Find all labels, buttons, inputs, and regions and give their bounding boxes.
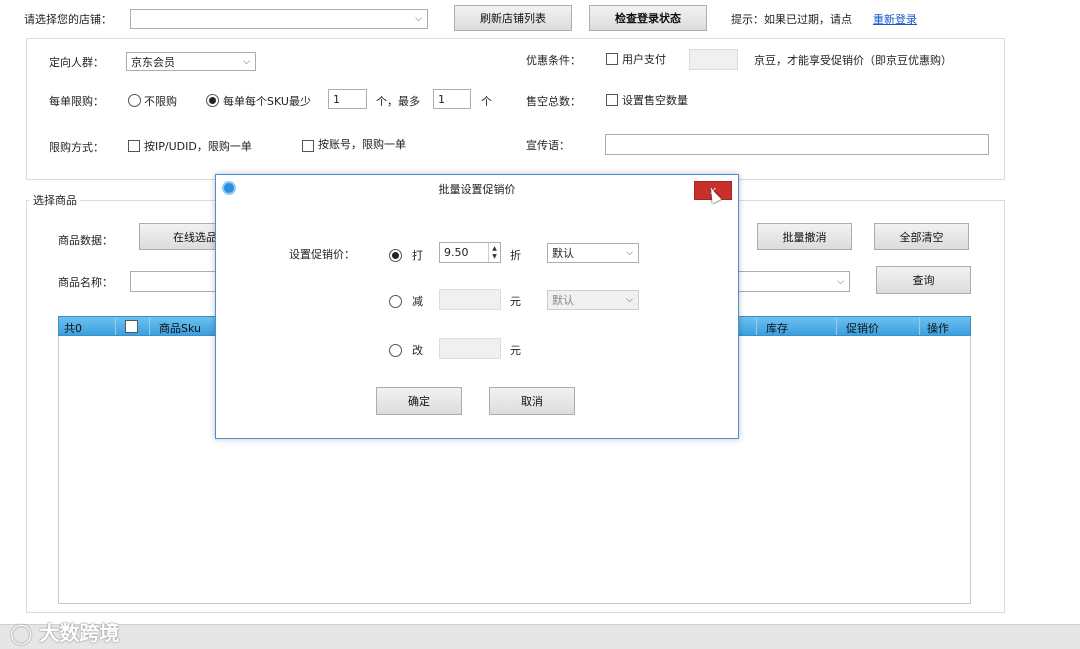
- discount-input[interactable]: 9.50 ▲ ▼: [439, 242, 501, 263]
- chevron-down-icon: ⌵: [626, 295, 633, 305]
- change-option-label: 改: [412, 344, 423, 357]
- dialog-title: 批量设置促销价: [438, 183, 516, 196]
- discount-spinner[interactable]: ▲ ▼: [488, 243, 500, 262]
- minus-option-label: 减: [412, 295, 423, 308]
- max-label: 个，最多: [376, 95, 420, 108]
- select-all-checkbox[interactable]: [125, 320, 138, 333]
- jingdou-text: 京豆，才能享受促销价（即京豆优惠购）: [754, 54, 952, 67]
- products-group-title: 选择商品: [30, 192, 80, 208]
- sellout-checkbox[interactable]: [606, 94, 618, 106]
- limit-label: 每单限购：: [49, 95, 104, 108]
- by-ip-checkbox[interactable]: [128, 140, 140, 152]
- refresh-store-list-button[interactable]: 刷新店铺列表: [454, 5, 572, 31]
- slogan-label: 宣传语：: [526, 139, 570, 152]
- minus-radio[interactable]: [389, 295, 402, 308]
- sellout-check-label: 设置售空数量: [622, 94, 688, 107]
- no-limit-label: 不限购: [144, 95, 177, 108]
- by-account-label: 按账号，限购一单: [318, 138, 406, 151]
- chevron-down-icon: ⌵: [626, 248, 633, 258]
- query-button[interactable]: 查询: [876, 266, 971, 294]
- ok-button[interactable]: 确定: [376, 387, 462, 415]
- discount-radio[interactable]: [389, 249, 402, 262]
- relogin-link[interactable]: 重新登录: [873, 11, 917, 27]
- status-bar: [0, 624, 1080, 649]
- change-input[interactable]: [439, 338, 501, 359]
- limit-method-label: 限购方式：: [49, 141, 104, 154]
- slogan-input[interactable]: [605, 134, 989, 155]
- col-sku[interactable]: 商品Sku: [159, 320, 201, 336]
- discount-option-label: 打: [412, 249, 423, 262]
- discount-mode-select[interactable]: 默认 ⌵: [547, 243, 639, 263]
- per-sku-label: 每单每个SKU最少: [223, 95, 311, 108]
- sellout-label: 售空总数：: [526, 95, 581, 108]
- min-quantity-input[interactable]: 1: [328, 89, 367, 109]
- check-login-button[interactable]: 检查登录状态: [589, 5, 707, 31]
- spin-down-icon: ▼: [492, 252, 497, 260]
- batch-promo-price-dialog: 批量设置促销价 x 设置促销价： 打 9.50 ▲ ▼ 折 默认 ⌵ 减 元 默认…: [215, 174, 739, 439]
- clear-all-button[interactable]: 全部清空: [874, 223, 969, 250]
- discount-condition-label: 优惠条件：: [526, 54, 581, 67]
- dialog-title-bar[interactable]: 批量设置促销价: [216, 175, 738, 203]
- chevron-down-icon: ⌵: [415, 14, 422, 24]
- app-icon: [222, 181, 236, 195]
- max-quantity-input[interactable]: 1: [433, 89, 471, 109]
- no-limit-radio[interactable]: [128, 94, 141, 107]
- cancel-button[interactable]: 取消: [489, 387, 575, 415]
- change-radio[interactable]: [389, 344, 402, 357]
- product-name-label: 商品名称：: [58, 276, 113, 289]
- minus-input[interactable]: [439, 289, 501, 310]
- store-label: 请选择您的店铺：: [24, 13, 112, 26]
- product-data-label: 商品数据：: [58, 234, 113, 247]
- chevron-down-icon: ⌵: [243, 56, 250, 67]
- discount-unit-label: 折: [510, 249, 521, 262]
- minus-mode-select[interactable]: 默认 ⌵: [547, 290, 639, 310]
- by-account-checkbox[interactable]: [302, 140, 314, 152]
- unit-label: 个: [481, 95, 492, 108]
- set-price-label: 设置促销价：: [289, 248, 355, 261]
- spin-up-icon: ▲: [492, 244, 497, 252]
- user-pay-label: 用户支付: [622, 53, 666, 66]
- audience-label: 定向人群：: [49, 56, 104, 69]
- user-pay-input[interactable]: [689, 49, 738, 70]
- store-select[interactable]: ⌵: [130, 9, 428, 29]
- minus-unit-label: 元: [510, 295, 521, 308]
- hint-text: 提示：如果已过期，请点: [731, 13, 852, 26]
- by-ip-label: 按IP/UDID，限购一单: [144, 140, 252, 153]
- chevron-down-icon: ⌵: [837, 276, 844, 287]
- col-promo-price[interactable]: 促销价: [846, 320, 879, 336]
- batch-cancel-button[interactable]: 批量撤消: [757, 223, 852, 250]
- watermark-logo-icon: ◯: [10, 621, 33, 645]
- watermark-text: ◯ 大数跨境: [10, 621, 120, 645]
- audience-select[interactable]: 京东会员 ⌵: [126, 52, 256, 71]
- change-unit-label: 元: [510, 344, 521, 357]
- col-stock[interactable]: 库存: [766, 320, 788, 336]
- col-action[interactable]: 操作: [927, 320, 949, 336]
- count-label: 共0: [64, 322, 82, 335]
- user-pay-checkbox[interactable]: [606, 53, 618, 65]
- per-sku-radio[interactable]: [206, 94, 219, 107]
